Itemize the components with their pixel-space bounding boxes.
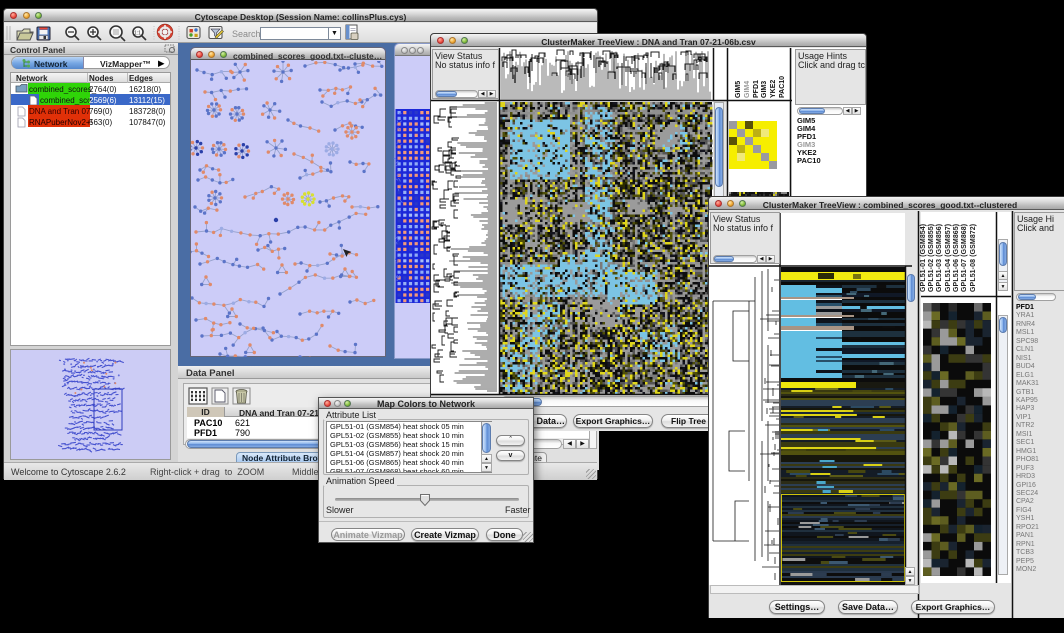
svg-text:1:1: 1:1 xyxy=(134,31,141,37)
